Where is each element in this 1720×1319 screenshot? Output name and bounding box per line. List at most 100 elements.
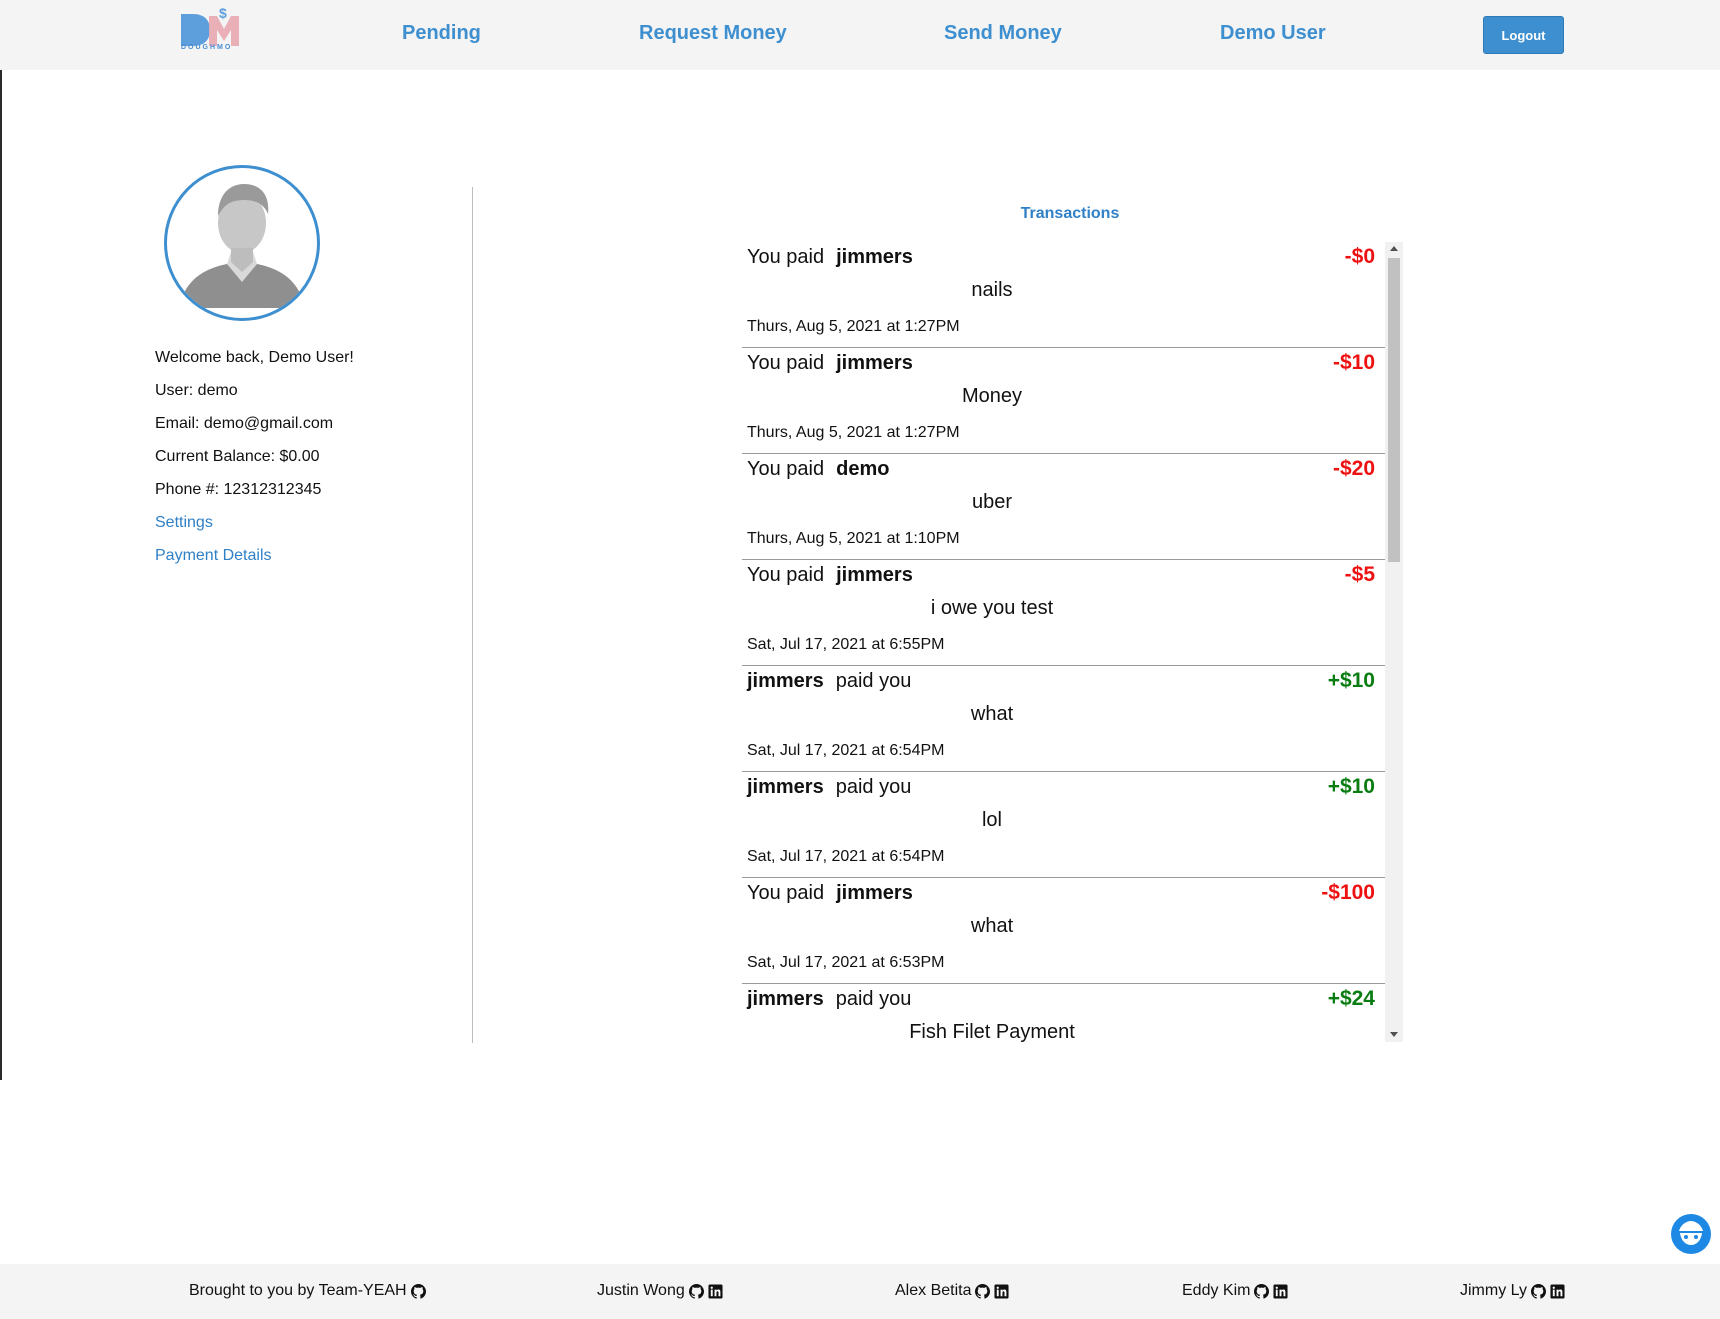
transaction-heading: You paid demo [747, 458, 889, 481]
email-text: Email: demo@gmail.com [155, 415, 334, 432]
transaction-counterparty: jimmers [747, 670, 824, 692]
transaction-prefix: You paid [747, 882, 825, 904]
transaction-suffix: paid you [835, 988, 912, 1010]
transactions-title: Transactions [1020, 205, 1120, 222]
user-silhouette-icon [179, 184, 305, 308]
footer-team-text: Brought to you by Team-YEAH [189, 1282, 407, 1299]
welcome-text: Welcome back, Demo User! [155, 349, 354, 366]
linkedin-icon[interactable] [1550, 1283, 1565, 1299]
transaction-counterparty: demo [836, 458, 890, 480]
transaction-heading: You paid jimmers [747, 246, 913, 269]
transaction-memo: lol [981, 809, 1002, 831]
github-icon[interactable] [1254, 1283, 1270, 1299]
transaction-memo: Fish Filet Payment [909, 1021, 1075, 1042]
chat-widget-icon [1679, 1221, 1703, 1245]
transaction-heading: jimmers paid you [747, 670, 911, 693]
transactions-scrollbar[interactable] [1385, 242, 1403, 1042]
transaction-item[interactable]: jimmers paid you +$10 what Sat, Jul 17, 2… [742, 666, 1385, 772]
transaction-amount: -$20 [1332, 457, 1375, 480]
transaction-date: Sat, Jul 17, 2021 at 6:53PM [747, 954, 945, 971]
linkedin-icon[interactable] [1273, 1283, 1288, 1299]
transaction-prefix: You paid [747, 246, 825, 268]
transaction-memo: what [970, 703, 1014, 725]
footer-member: Alex Betita [895, 1282, 1010, 1300]
transaction-item[interactable]: jimmers paid you +$10 lol Sat, Jul 17, 20… [742, 772, 1385, 878]
transaction-amount: -$10 [1332, 351, 1375, 374]
footer-member-name: Justin Wong [597, 1282, 685, 1299]
footer-member-name: Jimmy Ly [1460, 1282, 1527, 1299]
chat-widget-button[interactable] [1671, 1214, 1711, 1254]
transaction-counterparty: jimmers [836, 246, 913, 268]
transaction-amount: -$5 [1344, 563, 1375, 586]
transaction-prefix: You paid [747, 352, 825, 374]
transaction-date: Sat, Jul 17, 2021 at 6:55PM [747, 636, 945, 653]
transaction-heading: You paid jimmers [747, 352, 913, 375]
footer-member-name: Eddy Kim [1182, 1282, 1251, 1299]
avatar [164, 165, 320, 321]
transaction-prefix: You paid [747, 564, 825, 586]
scroll-down-icon[interactable] [1390, 1032, 1398, 1037]
logout-button[interactable]: Logout [1483, 16, 1564, 54]
transaction-date: Sat, Jul 17, 2021 at 6:54PM [747, 848, 945, 865]
transactions-list: You paid jimmers -$0 nails Thurs, Aug 5, … [742, 242, 1385, 1042]
footer-member-name: Alex Betita [895, 1282, 972, 1299]
footer-team: Brought to you by Team-YEAH [189, 1282, 426, 1300]
footer-member: Justin Wong [597, 1282, 723, 1300]
transaction-date: Sat, Jul 17, 2021 at 6:54PM [747, 742, 945, 759]
window-edge [0, 0, 2, 1080]
payment-details-link[interactable]: Payment Details [155, 547, 272, 565]
svg-text:$: $ [219, 6, 227, 21]
transaction-item[interactable]: You paid jimmers -$0 nails Thurs, Aug 5, … [742, 242, 1385, 348]
linkedin-icon[interactable] [994, 1283, 1010, 1299]
github-icon[interactable] [1530, 1283, 1546, 1299]
transaction-amount: -$0 [1344, 245, 1375, 268]
transaction-memo: uber [971, 491, 1013, 513]
nav-request-money[interactable]: Request Money [639, 22, 787, 45]
transaction-heading: jimmers paid you [747, 988, 911, 1011]
balance-text: Current Balance: $0.00 [155, 448, 320, 465]
vertical-divider [472, 187, 473, 1043]
footer: Brought to you by Team-YEAH Justin Wong … [0, 1264, 1720, 1319]
github-icon[interactable] [688, 1283, 704, 1299]
transaction-item[interactable]: You paid demo -$20 uber Thurs, Aug 5, 202… [742, 454, 1385, 560]
transaction-date: Thurs, Aug 5, 2021 at 1:27PM [747, 318, 960, 335]
transaction-memo: what [970, 915, 1014, 937]
nav-pending[interactable]: Pending [402, 22, 481, 45]
transactions-panel[interactable]: You paid jimmers -$0 nails Thurs, Aug 5, … [742, 242, 1403, 1042]
transaction-suffix: paid you [835, 776, 912, 798]
transaction-heading: You paid jimmers [747, 882, 913, 905]
transaction-date: Thurs, Aug 5, 2021 at 1:10PM [747, 530, 960, 547]
transaction-amount: +$24 [1327, 987, 1375, 1010]
transaction-item[interactable]: jimmers paid you +$24 Fish Filet Payment [742, 984, 1385, 1042]
transaction-counterparty: jimmers [836, 352, 913, 374]
transaction-counterparty: jimmers [747, 988, 824, 1010]
transaction-heading: jimmers paid you [747, 776, 911, 799]
logo-wordmark: DOUGHMO [181, 44, 233, 51]
transaction-memo: Money [961, 385, 1023, 407]
top-navbar: $ DOUGHMO Pending Request Money Send Mon… [0, 0, 1720, 70]
transaction-counterparty: jimmers [836, 564, 913, 586]
transaction-prefix: You paid [747, 458, 825, 480]
transaction-item[interactable]: You paid jimmers -$100 what Sat, Jul 17, … [742, 878, 1385, 984]
github-icon[interactable] [410, 1283, 426, 1299]
transaction-memo: i owe you test [930, 597, 1054, 619]
footer-member: Eddy Kim [1182, 1282, 1288, 1300]
nav-user[interactable]: Demo User [1220, 22, 1326, 45]
username-text: User: demo [155, 382, 238, 399]
transaction-heading: You paid jimmers [747, 564, 913, 587]
scroll-up-icon[interactable] [1390, 246, 1398, 251]
transaction-amount: +$10 [1327, 669, 1375, 692]
scrollbar-thumb[interactable] [1388, 258, 1400, 562]
transaction-suffix: paid you [835, 670, 912, 692]
transaction-memo: nails [971, 279, 1013, 301]
github-icon[interactable] [975, 1283, 991, 1299]
transaction-item[interactable]: You paid jimmers -$10 Money Thurs, Aug 5,… [742, 348, 1385, 454]
transaction-item[interactable]: You paid jimmers -$5 i owe you test Sat, … [742, 560, 1385, 666]
nav-send-money[interactable]: Send Money [944, 22, 1062, 45]
phone-text: Phone #: 12312312345 [155, 481, 322, 498]
transaction-amount: -$100 [1321, 881, 1375, 904]
linkedin-icon[interactable] [708, 1283, 723, 1299]
transaction-date: Thurs, Aug 5, 2021 at 1:27PM [747, 424, 960, 441]
transaction-counterparty: jimmers [836, 882, 913, 904]
settings-link[interactable]: Settings [155, 514, 213, 532]
